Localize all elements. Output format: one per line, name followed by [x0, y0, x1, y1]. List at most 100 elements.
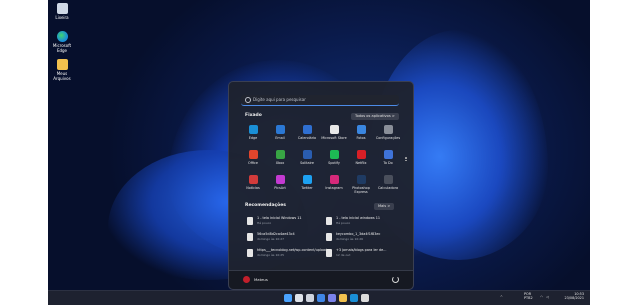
- app-icon: [248, 175, 258, 184]
- app-label: Calendário: [297, 136, 317, 140]
- app-icon: [248, 150, 258, 159]
- pinned-app[interactable]: Calendário: [294, 125, 320, 140]
- recommended-item[interactable]: 56ca5d8d2ca4ae43c4 domingo às 10:27: [247, 232, 325, 246]
- pinned-app[interactable]: Calculadora: [375, 175, 401, 190]
- pinned-app[interactable]: Edge: [240, 125, 266, 140]
- app-label: Notícias: [246, 186, 260, 190]
- store-icon[interactable]: [361, 294, 369, 302]
- app-label: Netflix: [355, 161, 367, 165]
- app-icon: [383, 150, 393, 159]
- search-placeholder: Digite aqui para pesquisar: [253, 97, 306, 102]
- start-menu: Digite aqui para pesquisar Fixado Todos …: [228, 81, 414, 290]
- taskbar: ^ POR PTB2 ◠ ◁ 10:53 23/08/2021: [48, 290, 590, 305]
- desktop-icon-label: Microsoft Edge: [52, 43, 72, 53]
- app-icon: [248, 125, 258, 134]
- app-icon: [356, 150, 366, 159]
- pinned-app[interactable]: Netflix: [348, 150, 374, 165]
- app-icon: [383, 175, 393, 184]
- pinned-app[interactable]: Xbox: [267, 150, 293, 165]
- search-icon[interactable]: [295, 294, 303, 302]
- user-bar: Mateus: [229, 270, 413, 289]
- search-icon: [245, 97, 251, 103]
- desktop-icon-folder[interactable]: Meus Arquivos: [50, 59, 74, 81]
- desktop-icon-label: Meus Arquivos: [53, 71, 71, 81]
- app-label: Calculadora: [377, 186, 399, 190]
- file-icon: [326, 233, 332, 241]
- search-input[interactable]: Digite aqui para pesquisar: [241, 95, 399, 106]
- app-icon: [329, 125, 339, 134]
- pinned-app[interactable]: Photoshop Express: [348, 175, 374, 194]
- app-label: Spotify: [328, 161, 340, 165]
- app-icon: [329, 150, 339, 159]
- recommended-item[interactable]: +3 jornais/blogs para ler de... 12 de out: [326, 248, 404, 262]
- recommended-subtitle: 12 de out: [336, 253, 351, 257]
- user-name[interactable]: Mateus: [254, 277, 268, 282]
- pinned-app[interactable]: Solitaire: [294, 150, 320, 165]
- pinned-app[interactable]: Fotos: [348, 125, 374, 140]
- file-explorer-icon[interactable]: [339, 294, 347, 302]
- app-icon: [275, 125, 285, 134]
- pinned-app[interactable]: Email: [267, 125, 293, 140]
- app-label: Microsoft Store: [321, 136, 347, 140]
- page-dots[interactable]: [405, 156, 407, 162]
- file-icon: [247, 217, 253, 225]
- app-icon: [356, 125, 366, 134]
- file-icon: [326, 217, 332, 225]
- app-label: Solitaire: [300, 161, 314, 165]
- recommended-title: 56ca5d8d2ca4ae43c4: [257, 232, 295, 236]
- folder-icon: [56, 59, 68, 70]
- app-icon: [275, 175, 285, 184]
- recommended-subtitle: Há pouco: [336, 221, 351, 225]
- recommended-title: keycombo_1_3da4f1f83ec: [336, 232, 381, 236]
- recommended-title: https___tecnoblog.net/wp-content/uploads…: [257, 248, 333, 252]
- pinned-app[interactable]: Instagram: [321, 175, 347, 190]
- app-icon: [383, 125, 393, 134]
- recommended-item[interactable]: 1 - tela inicial windows 11 Há pouco: [326, 216, 404, 230]
- app-icon: [275, 150, 285, 159]
- task-view-icon[interactable]: [306, 294, 314, 302]
- recommended-subtitle: domingo às 10:27: [257, 237, 285, 241]
- pinned-app[interactable]: Twitter: [294, 175, 320, 190]
- clock[interactable]: 10:53 23/08/2021: [556, 292, 584, 300]
- more-button[interactable]: Mais >: [374, 203, 395, 210]
- pinned-app[interactable]: To Do: [375, 150, 401, 165]
- pinned-app[interactable]: Configurações: [375, 125, 401, 140]
- recommended-item[interactable]: keycombo_1_3da4f1f83ec domingo às 10:26: [326, 232, 404, 246]
- desktop-icon-label: Lixeira: [55, 15, 69, 20]
- pinned-app[interactable]: Spotify: [321, 150, 347, 165]
- app-icon: [302, 150, 312, 159]
- recommended-title: 1 - tela inicial windows 11: [336, 216, 381, 220]
- desktop-icon-recycle-bin[interactable]: Lixeira: [50, 3, 74, 20]
- desktop-icon-edge[interactable]: Microsoft Edge: [50, 31, 74, 53]
- pinned-app[interactable]: Notícias: [240, 175, 266, 190]
- app-label: Photoshop Express: [352, 186, 370, 194]
- chat-icon[interactable]: [328, 294, 336, 302]
- app-icon: [302, 125, 312, 134]
- recommended-title: Recomendações: [245, 203, 286, 208]
- file-icon: [326, 249, 332, 257]
- widgets-icon[interactable]: [317, 294, 325, 302]
- power-icon[interactable]: [392, 276, 399, 283]
- recommended-subtitle: domingo às 10:26: [336, 237, 364, 241]
- recommended-title: +3 jornais/blogs para ler de...: [336, 248, 387, 252]
- edge-icon: [56, 31, 68, 42]
- edge-icon[interactable]: [350, 294, 358, 302]
- app-label: Configurações: [375, 136, 401, 140]
- pinned-app[interactable]: Microsoft Store: [321, 125, 347, 140]
- app-icon: [329, 175, 339, 184]
- language-indicator[interactable]: POR PTB2: [524, 292, 533, 300]
- pinned-app[interactable]: Office: [240, 150, 266, 165]
- avatar[interactable]: [243, 276, 250, 283]
- pinned-app[interactable]: PicsArt: [267, 175, 293, 190]
- app-label: To Do: [383, 161, 393, 165]
- recommended-item[interactable]: 1 - tela inicial Windows 11 Há pouco: [247, 216, 325, 230]
- app-label: Instagram: [325, 186, 343, 190]
- wifi-icon[interactable]: ◠: [540, 295, 543, 299]
- volume-icon[interactable]: ◁: [546, 295, 549, 299]
- app-label: Xbox: [275, 161, 285, 165]
- all-apps-button[interactable]: Todos os aplicativos >: [351, 113, 399, 120]
- start-icon[interactable]: [284, 294, 292, 302]
- recommended-item[interactable]: https___tecnoblog.net/wp-content/uploads…: [247, 248, 332, 262]
- recommended-subtitle: domingo às 10:25: [257, 253, 285, 257]
- tray-chevron-icon[interactable]: ^: [500, 295, 503, 299]
